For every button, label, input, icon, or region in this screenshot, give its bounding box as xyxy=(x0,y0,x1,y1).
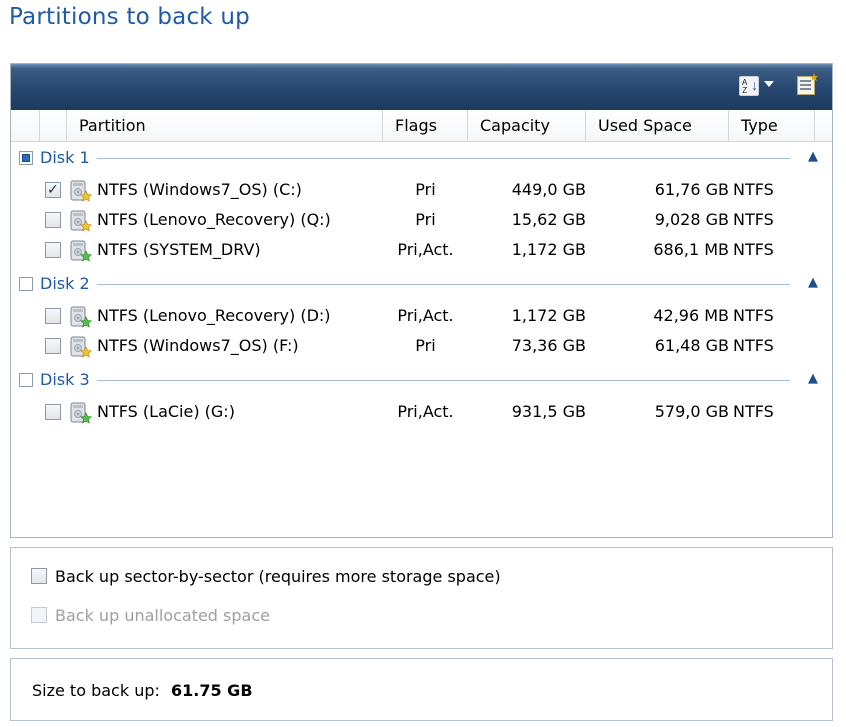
partition-capacity: 1,172 GB xyxy=(511,240,586,259)
sort-button[interactable]: A Z ↓ xyxy=(737,75,779,97)
header-spacer xyxy=(11,110,40,141)
unallocated-label: Back up unallocated space xyxy=(55,606,270,625)
partition-type: NTFS xyxy=(733,240,774,259)
disk-group-header: Disk 3 ▲ xyxy=(11,370,832,392)
partition-capacity: 931,5 GB xyxy=(511,402,586,421)
disk-group-header: Disk 1 ▲ xyxy=(11,148,832,170)
header-spacer xyxy=(40,110,67,141)
header-capacity[interactable]: Capacity xyxy=(468,110,586,141)
size-summary: Size to back up: 61.75 GB xyxy=(10,658,833,721)
disk-partition-star-icon xyxy=(69,335,93,359)
partition-row[interactable]: NTFS (SYSTEM_DRV) Pri,Act. 1,172 GB 686,1 M… xyxy=(11,236,832,264)
partition-flags: Pri,Act. xyxy=(397,240,454,259)
partition-checkbox[interactable] xyxy=(45,308,61,324)
partition-capacity: 73,36 GB xyxy=(511,336,586,355)
header-flags[interactable]: Flags xyxy=(383,110,468,141)
group-divider xyxy=(97,158,790,159)
partition-name: NTFS (Lenovo_Recovery) (D:) xyxy=(97,306,331,325)
partition-type: NTFS xyxy=(733,210,774,229)
partition-flags: Pri,Act. xyxy=(397,306,454,325)
partition-name: NTFS (Windows7_OS) (C:) xyxy=(97,180,302,199)
group-divider xyxy=(97,284,790,285)
disk-partition-active-icon xyxy=(69,305,93,329)
partition-checkbox[interactable] xyxy=(45,404,61,420)
collapse-chevron-up-icon[interactable]: ▲ xyxy=(804,274,822,292)
sector-by-sector-checkbox[interactable] xyxy=(31,568,47,584)
partition-name: NTFS (LaCie) (G:) xyxy=(97,402,235,421)
partition-used-space: 61,48 GB xyxy=(654,336,729,355)
partition-used-space: 42,96 MB xyxy=(653,306,729,325)
partition-type: NTFS xyxy=(733,180,774,199)
partition-row[interactable]: NTFS (Windows7_OS) (C:) Pri 449,0 GB 61,76 … xyxy=(11,176,832,204)
header-partition[interactable]: Partition xyxy=(67,110,383,141)
partition-checkbox[interactable] xyxy=(45,338,61,354)
disk-partition-active-icon xyxy=(69,239,93,263)
partition-type: NTFS xyxy=(733,402,774,421)
unallocated-checkbox xyxy=(31,607,47,623)
disk-checkbox[interactable] xyxy=(19,373,33,387)
properties-icon: ★ xyxy=(797,72,819,95)
partition-row[interactable]: NTFS (Windows7_OS) (F:) Pri 73,36 GB 61,48 … xyxy=(11,332,832,360)
column-header: Partition Flags Capacity Used Space Type xyxy=(11,110,832,142)
panel-toolbar: A Z ↓ ★ xyxy=(11,64,832,110)
disk-partition-star-icon xyxy=(69,179,93,203)
partition-used-space: 61,76 GB xyxy=(654,180,729,199)
partition-flags: Pri xyxy=(415,336,436,355)
disk-label[interactable]: Disk 3 xyxy=(40,370,90,390)
partition-row[interactable]: NTFS (Lenovo_Recovery) (D:) Pri,Act. 1,172… xyxy=(11,302,832,330)
partition-capacity: 449,0 GB xyxy=(511,180,586,199)
disk-checkbox[interactable] xyxy=(19,151,33,165)
partition-used-space: 686,1 MB xyxy=(653,240,729,259)
partition-type: NTFS xyxy=(733,336,774,355)
disk-partition-star-icon xyxy=(69,209,93,233)
partitions-panel: A Z ↓ ★ Partition Flags Capacity Used Spac… xyxy=(10,63,833,538)
partition-checkbox[interactable] xyxy=(45,212,61,228)
partition-row[interactable]: NTFS (LaCie) (G:) Pri,Act. 931,5 GB 579,0 G… xyxy=(11,398,832,426)
header-type[interactable]: Type xyxy=(729,110,815,141)
partition-used-space: 9,028 GB xyxy=(654,210,729,229)
partition-type: NTFS xyxy=(733,306,774,325)
partition-checkbox[interactable] xyxy=(45,176,61,204)
partition-flags: Pri xyxy=(415,180,436,199)
backup-options: Back up sector-by-sector (requires more … xyxy=(10,547,833,649)
partition-name: NTFS (SYSTEM_DRV) xyxy=(97,240,261,259)
disk-label[interactable]: Disk 2 xyxy=(40,274,90,294)
size-value: 61.75 GB xyxy=(171,681,253,700)
collapse-chevron-up-icon[interactable]: ▲ xyxy=(804,370,822,388)
partition-name: NTFS (Lenovo_Recovery) (Q:) xyxy=(97,210,331,229)
group-divider xyxy=(97,380,790,381)
properties-button[interactable]: ★ xyxy=(797,72,821,97)
partition-row[interactable]: NTFS (Lenovo_Recovery) (Q:) Pri 15,62 GB 9,… xyxy=(11,206,832,234)
partition-used-space: 579,0 GB xyxy=(654,402,729,421)
collapse-chevron-up-icon[interactable]: ▲ xyxy=(804,148,822,166)
partition-flags: Pri xyxy=(415,210,436,229)
chevron-down-icon xyxy=(764,81,774,87)
partition-capacity: 1,172 GB xyxy=(511,306,586,325)
disk-checkbox[interactable] xyxy=(19,277,33,291)
partition-checkbox[interactable] xyxy=(45,242,61,258)
sector-by-sector-label: Back up sector-by-sector (requires more … xyxy=(55,567,501,586)
sort-az-icon: A Z ↓ xyxy=(739,76,759,96)
disk-partition-active-icon xyxy=(69,401,93,425)
header-used-space[interactable]: Used Space xyxy=(586,110,729,141)
partition-capacity: 15,62 GB xyxy=(511,210,586,229)
page-title: Partitions to back up xyxy=(9,4,250,30)
size-label: Size to back up: xyxy=(32,681,160,700)
partition-name: NTFS (Windows7_OS) (F:) xyxy=(97,336,299,355)
disk-label[interactable]: Disk 1 xyxy=(40,148,90,168)
disk-group-header: Disk 2 ▲ xyxy=(11,274,832,296)
partition-flags: Pri,Act. xyxy=(397,402,454,421)
